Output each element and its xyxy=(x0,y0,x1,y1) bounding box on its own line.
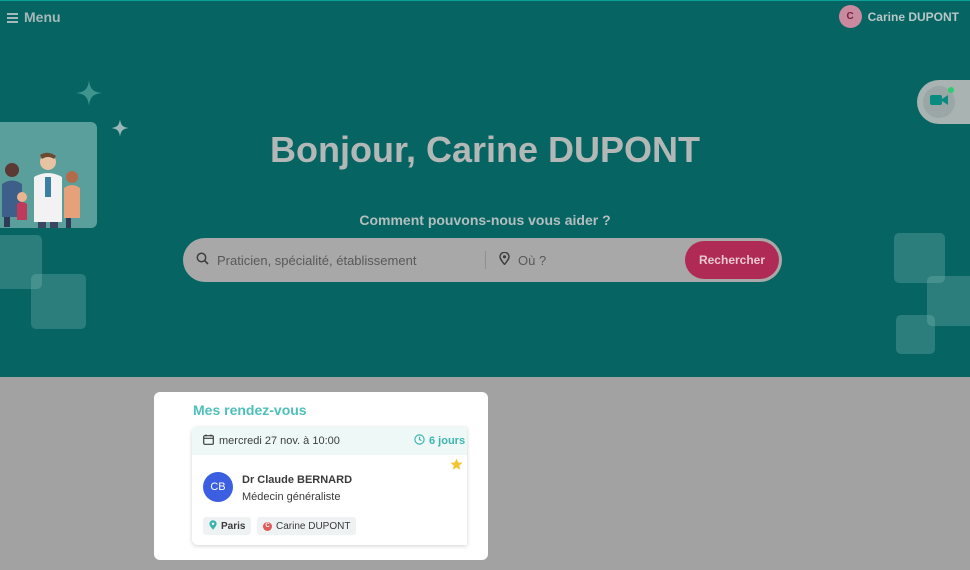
patient-avatar-icon: C xyxy=(263,521,272,531)
user-avatar: C xyxy=(838,5,862,28)
patient-tag: C Carine DUPONT xyxy=(257,517,357,535)
doctor-specialty: Médecin généraliste xyxy=(242,491,341,503)
page-title: Bonjour, Carine DUPONT xyxy=(269,129,701,170)
search-button[interactable]: Rechercher xyxy=(685,241,779,279)
time-until-label: 6 jours xyxy=(429,435,466,447)
location-input[interactable]: Où ? xyxy=(486,251,685,269)
clock-icon xyxy=(414,434,425,448)
appointments-title: Mes rendez-vous xyxy=(193,402,307,418)
search-input[interactable]: Praticien, spécialité, établissement xyxy=(183,251,486,269)
location-pin-icon xyxy=(499,251,510,268)
location-tag: Paris xyxy=(203,517,252,535)
location-tag-label: Paris xyxy=(221,520,246,532)
sparkle-icon xyxy=(76,80,102,110)
hamburger-icon xyxy=(7,12,18,23)
search-placeholder: Praticien, spécialité, établissement xyxy=(217,252,417,268)
location-placeholder: Où ? xyxy=(518,252,547,268)
help-subtitle: Comment pouvons-nous vous aider ? xyxy=(359,212,611,228)
appointments-card: Mes rendez-vous mercredi 27 nov. à 10:00… xyxy=(154,392,488,560)
user-account-button[interactable]: C Carine DUPONT xyxy=(838,5,959,28)
user-name: Carine DUPONT xyxy=(867,9,959,24)
location-pin-icon xyxy=(209,519,217,533)
menu-button[interactable]: Menu xyxy=(7,8,61,26)
menu-label: Menu xyxy=(24,9,61,25)
calendar-icon xyxy=(203,432,214,450)
appointment-date: mercredi 27 nov. à 10:00 xyxy=(219,435,340,447)
decorative-square xyxy=(896,315,935,354)
decorative-square xyxy=(31,274,86,329)
search-icon xyxy=(196,252,209,268)
favorite-star-icon[interactable] xyxy=(450,458,463,476)
doctor-avatar: CB xyxy=(203,472,233,502)
doctor-name: Dr Claude BERNARD xyxy=(242,474,353,486)
appointment-item[interactable]: mercredi 27 nov. à 10:00 6 jours CB Dr C… xyxy=(192,427,467,545)
video-camera-icon xyxy=(930,93,948,111)
search-bar: Praticien, spécialité, établissement Où … xyxy=(183,238,782,282)
hero-section: Menu C Carine DUPONT Bonjour, Carine DUP… xyxy=(0,0,970,377)
online-status-dot xyxy=(948,87,954,93)
video-consultation-button[interactable] xyxy=(917,80,970,124)
time-until-badge: 6 jours xyxy=(414,434,465,448)
patient-tag-label: Carine DUPONT xyxy=(276,520,351,532)
